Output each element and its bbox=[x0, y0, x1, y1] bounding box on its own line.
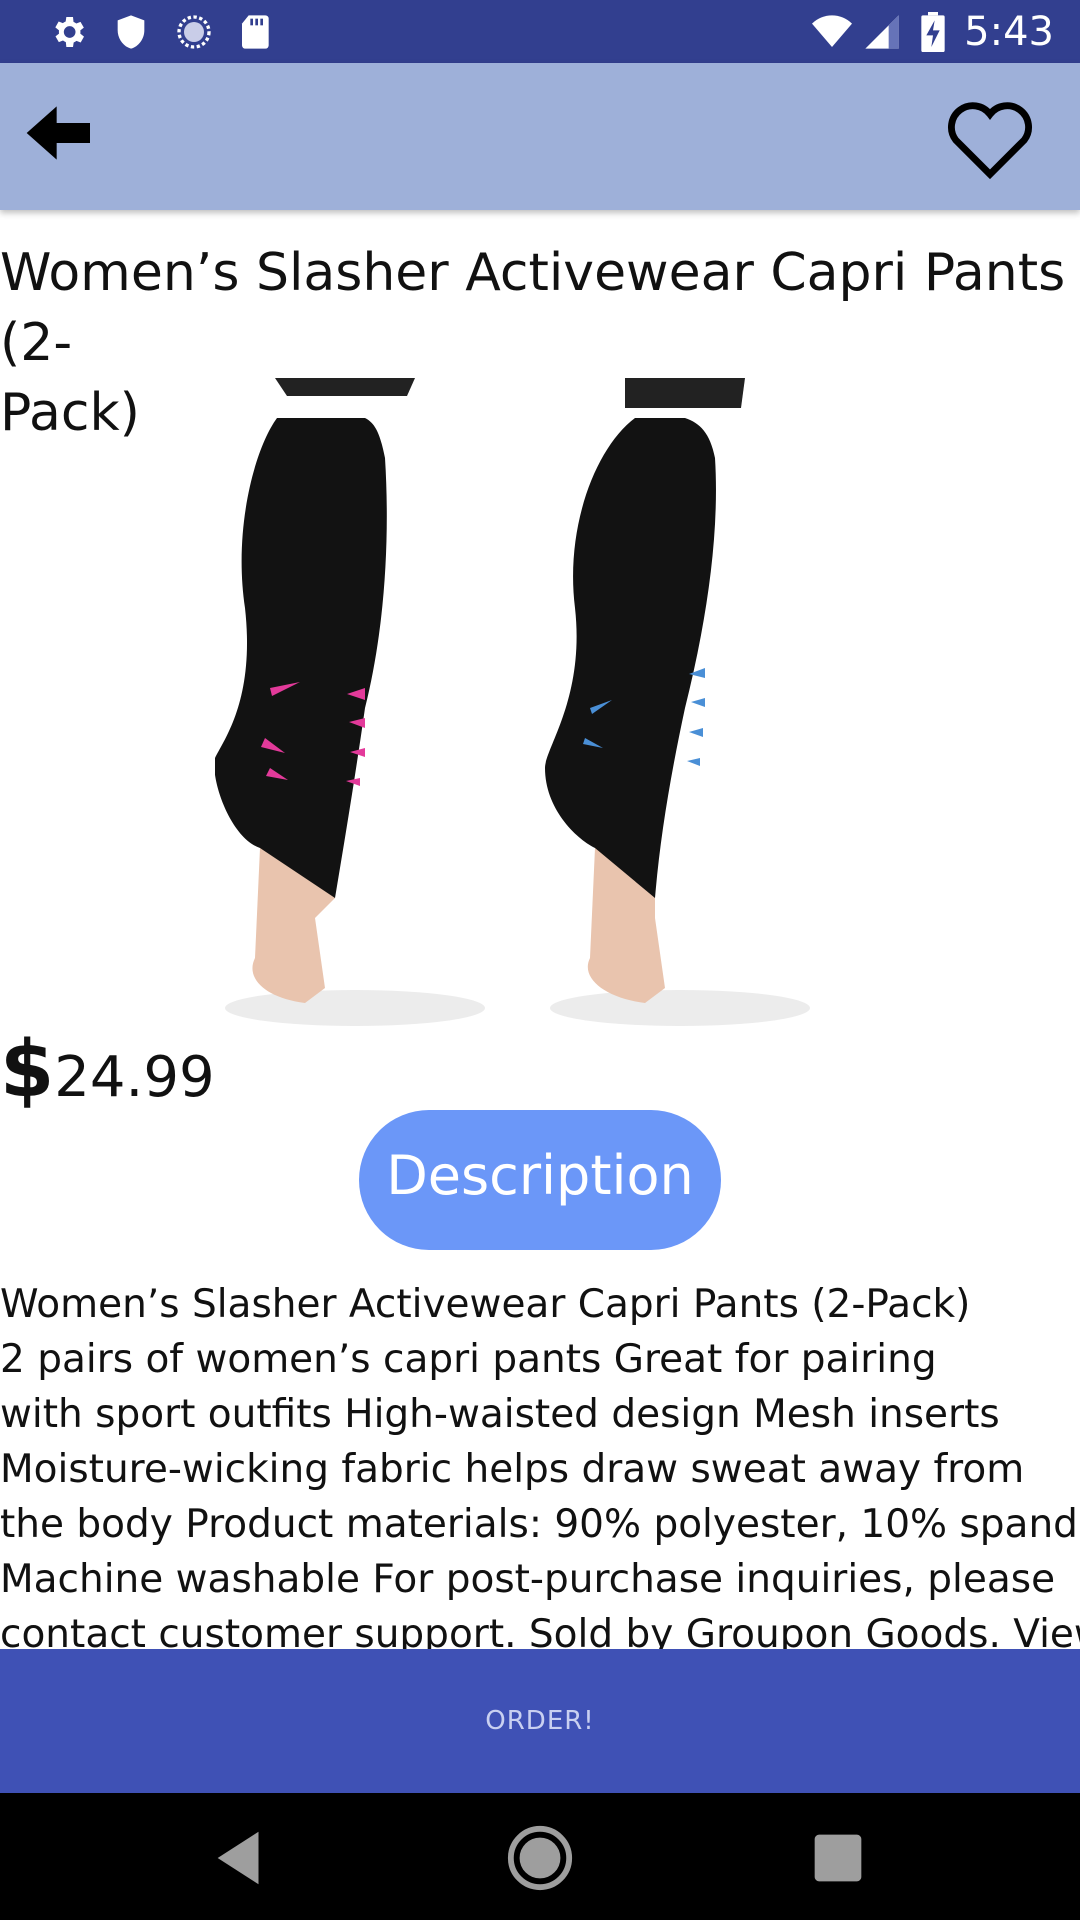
arrow-back-icon bbox=[26, 106, 91, 160]
description-line: Machine washable For post-purchase inqui… bbox=[0, 1557, 1056, 1602]
navigation-bar bbox=[0, 1793, 1080, 1920]
sd-card-icon bbox=[242, 15, 269, 49]
sync-icon bbox=[177, 15, 211, 49]
description-line: contact customer support. Sold by Groupo… bbox=[0, 1612, 1080, 1649]
product-image bbox=[214, 378, 835, 1035]
description-text: Women’s Slasher Activewear Capri Pants (… bbox=[0, 1277, 1080, 1649]
nav-back-icon[interactable] bbox=[206, 1823, 276, 1893]
price-currency: $ bbox=[0, 1025, 55, 1115]
settings-icon bbox=[55, 17, 84, 47]
signal-icon bbox=[865, 15, 899, 49]
status-bar: 5:43 bbox=[0, 0, 1080, 63]
favorite-button[interactable] bbox=[940, 100, 1040, 180]
wifi-icon bbox=[812, 15, 852, 47]
description-line: Women’s Slasher Activewear Capri Pants (… bbox=[0, 1282, 971, 1327]
app-bar bbox=[0, 63, 1080, 210]
price-amount: 24.99 bbox=[54, 1045, 215, 1110]
description-line: with sport outfits High-waisted design M… bbox=[0, 1392, 1000, 1437]
order-button[interactable]: ORDER! bbox=[0, 1649, 1080, 1793]
nav-home-icon[interactable] bbox=[505, 1823, 575, 1893]
battery-charging-icon bbox=[921, 12, 945, 52]
product-price: $24.99 bbox=[0, 1025, 215, 1115]
description-button[interactable]: Description bbox=[359, 1110, 721, 1250]
back-button[interactable] bbox=[20, 93, 100, 173]
shield-icon bbox=[117, 15, 145, 49]
description-line: 2 pairs of women’s capri pants Great for… bbox=[0, 1337, 937, 1382]
heart-outline-icon bbox=[948, 102, 1032, 180]
nav-recents-icon[interactable] bbox=[803, 1823, 873, 1893]
status-time: 5:43 bbox=[964, 9, 1054, 55]
product-title-line: Women’s Slasher Activewear Capri Pants (… bbox=[0, 243, 1066, 373]
description-line: the body Product materials: 90% polyeste… bbox=[0, 1502, 1080, 1547]
description-line: Moisture-wicking fabric helps draw sweat… bbox=[0, 1447, 1025, 1492]
